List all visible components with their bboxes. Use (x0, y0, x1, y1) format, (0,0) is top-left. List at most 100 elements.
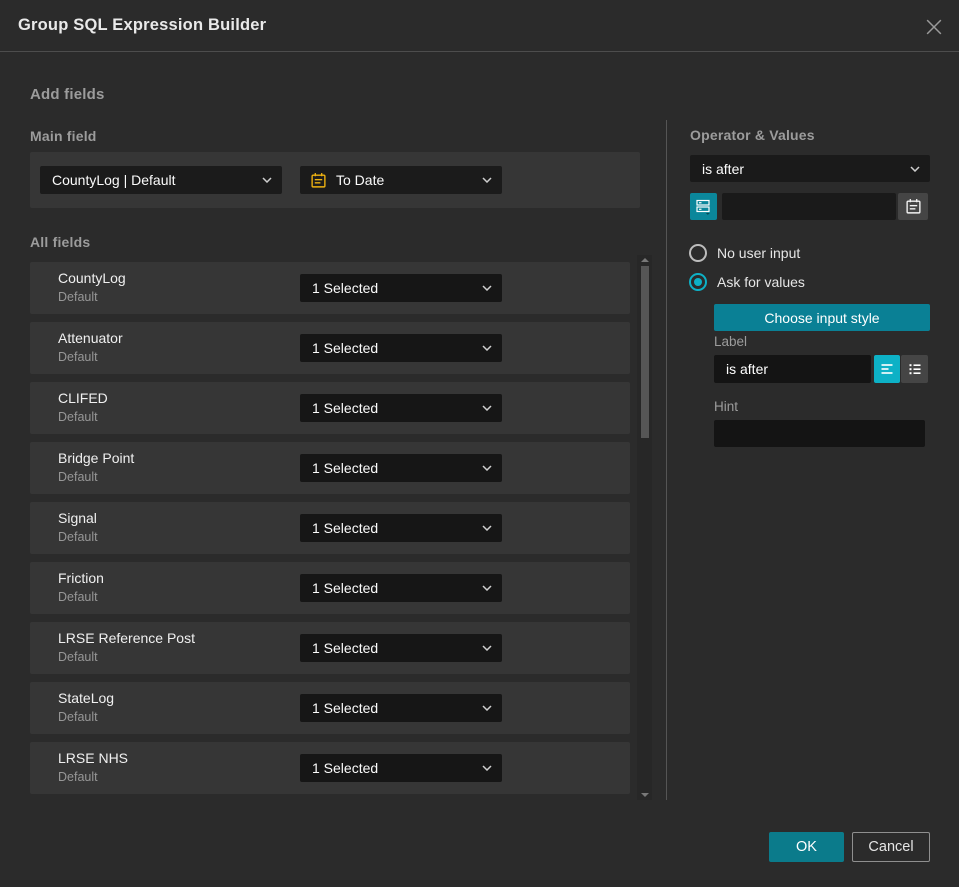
chevron-down-icon (262, 177, 272, 183)
vertical-divider (666, 120, 667, 800)
chevron-down-icon (482, 465, 492, 471)
chevron-down-icon (482, 645, 492, 651)
hint-input[interactable] (714, 420, 925, 447)
field-row-friction: Friction Default 1 Selected (30, 562, 630, 614)
radio-label: Ask for values (717, 274, 805, 290)
stacked-values-icon (696, 199, 710, 215)
field-selection-dropdown[interactable]: 1 Selected (300, 454, 502, 482)
input-style-text-button[interactable] (874, 355, 900, 383)
field-name: LRSE Reference Post (58, 630, 195, 646)
dialog-header: Group SQL Expression Builder (0, 0, 959, 52)
radio-circle-icon (689, 244, 707, 262)
group-sql-expression-builder-dialog: Group SQL Expression Builder Add fields … (0, 0, 959, 887)
dropdown-value: 1 Selected (312, 340, 379, 356)
chevron-down-icon (482, 705, 492, 711)
chevron-down-icon (482, 525, 492, 531)
label-heading: Label (714, 334, 748, 349)
field-row-signal: Signal Default 1 Selected (30, 502, 630, 554)
field-selection-dropdown[interactable]: 1 Selected (300, 394, 502, 422)
field-row-countylog: CountyLog Default 1 Selected (30, 262, 630, 314)
field-row-lrse-nhs: LRSE NHS Default 1 Selected (30, 742, 630, 794)
dropdown-value: 1 Selected (312, 400, 379, 416)
field-name: Bridge Point (58, 450, 135, 466)
cancel-button[interactable]: Cancel (852, 832, 930, 862)
field-selection-dropdown[interactable]: 1 Selected (300, 634, 502, 662)
field-name: LRSE NHS (58, 750, 129, 766)
choose-input-style-button[interactable]: Choose input style (714, 304, 930, 331)
scrollbar-thumb[interactable] (641, 266, 649, 438)
radio-label: No user input (717, 245, 801, 261)
field-row-statelog: StateLog Default 1 Selected (30, 682, 630, 734)
field-name: CLIFED (58, 390, 108, 406)
dropdown-value: 1 Selected (312, 460, 379, 476)
chevron-down-icon (482, 405, 492, 411)
scroll-down-arrow-icon[interactable] (641, 793, 649, 797)
field-subtitle: Default (58, 410, 98, 424)
dropdown-value: 1 Selected (312, 700, 379, 716)
field-subtitle: Default (58, 650, 98, 664)
dialog-title: Group SQL Expression Builder (18, 16, 267, 34)
radio-selected-icon (689, 273, 707, 291)
calendar-icon (310, 172, 327, 189)
value-input-type-button[interactable] (690, 193, 717, 220)
input-style-list-button[interactable] (901, 355, 928, 383)
field-subtitle: Default (58, 770, 98, 784)
label-input[interactable] (714, 355, 871, 383)
main-field-dropdown-value: CountyLog | Default (52, 172, 176, 188)
field-row-bridge-point: Bridge Point Default 1 Selected (30, 442, 630, 494)
chevron-down-icon (482, 345, 492, 351)
date-value-input[interactable] (722, 193, 896, 220)
date-type-dropdown[interactable]: To Date (300, 166, 502, 194)
main-field-panel: CountyLog | Default To Date (30, 152, 640, 208)
dropdown-value: 1 Selected (312, 280, 379, 296)
field-selection-dropdown[interactable]: 1 Selected (300, 754, 502, 782)
all-fields-list: CountyLog Default 1 Selected Attenuator … (30, 262, 630, 794)
field-subtitle: Default (58, 350, 98, 364)
all-fields-heading: All fields (30, 234, 91, 250)
dropdown-value: 1 Selected (312, 640, 379, 656)
close-icon (926, 19, 942, 35)
radio-no-user-input[interactable]: No user input (689, 244, 800, 262)
field-subtitle: Default (58, 290, 98, 304)
date-type-dropdown-value: To Date (336, 172, 385, 188)
field-name: StateLog (58, 690, 115, 706)
ok-button[interactable]: OK (769, 832, 844, 862)
scroll-up-arrow-icon[interactable] (641, 258, 649, 262)
field-selection-dropdown[interactable]: 1 Selected (300, 334, 502, 362)
calendar-icon (905, 199, 921, 214)
operator-dropdown-value: is after (702, 160, 745, 177)
main-field-dropdown[interactable]: CountyLog | Default (40, 166, 282, 194)
hint-heading: Hint (714, 399, 739, 414)
field-selection-dropdown[interactable]: 1 Selected (300, 574, 502, 602)
field-selection-dropdown[interactable]: 1 Selected (300, 514, 502, 542)
bullet-list-icon (909, 364, 920, 375)
close-button[interactable] (923, 16, 945, 38)
field-name: CountyLog (58, 270, 126, 286)
chevron-down-icon (482, 585, 492, 591)
operator-values-heading: Operator & Values (690, 127, 815, 143)
dropdown-value: 1 Selected (312, 580, 379, 596)
field-row-clifed: CLIFED Default 1 Selected (30, 382, 630, 434)
field-subtitle: Default (58, 590, 98, 604)
field-row-lrse-reference-post: LRSE Reference Post Default 1 Selected (30, 622, 630, 674)
list-scrollbar[interactable] (637, 255, 652, 800)
chevron-down-icon (482, 765, 492, 771)
field-selection-dropdown[interactable]: 1 Selected (300, 274, 502, 302)
field-selection-dropdown[interactable]: 1 Selected (300, 694, 502, 722)
align-left-icon (881, 364, 893, 374)
add-fields-heading: Add fields (30, 86, 105, 103)
main-field-heading: Main field (30, 128, 97, 144)
field-subtitle: Default (58, 710, 98, 724)
chevron-down-icon (910, 165, 920, 172)
field-name: Attenuator (58, 330, 123, 346)
field-subtitle: Default (58, 530, 98, 544)
dropdown-value: 1 Selected (312, 760, 379, 776)
field-subtitle: Default (58, 470, 98, 484)
operator-dropdown[interactable]: is after (690, 155, 930, 182)
date-picker-button[interactable] (898, 193, 928, 220)
chevron-down-icon (482, 285, 492, 291)
field-name: Signal (58, 510, 97, 526)
field-name: Friction (58, 570, 104, 586)
radio-ask-for-values[interactable]: Ask for values (689, 273, 805, 291)
chevron-down-icon (482, 177, 492, 183)
